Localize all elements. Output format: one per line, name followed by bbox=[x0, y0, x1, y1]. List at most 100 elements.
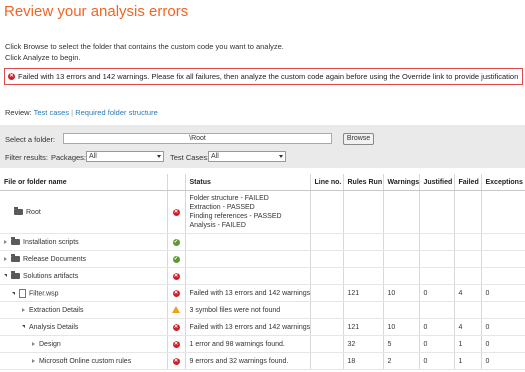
row-justified-cell: 0 bbox=[419, 284, 455, 302]
page-title: Review your analysis errors bbox=[4, 3, 189, 20]
status-line: Failed with 13 errors and 142 warnings. bbox=[189, 289, 310, 297]
row-name-cell: Extraction Details bbox=[0, 301, 168, 319]
row-status-icon-cell: ✓ bbox=[167, 250, 186, 268]
row-name: Design bbox=[39, 340, 61, 348]
packages-value: All bbox=[89, 153, 97, 160]
error-icon: ✕ bbox=[8, 72, 15, 80]
row-justified-cell bbox=[419, 190, 455, 234]
table-row[interactable]: Installation scripts ✓ bbox=[0, 233, 525, 251]
expand-arrow-icon[interactable] bbox=[4, 239, 7, 244]
row-warnings-cell bbox=[383, 301, 420, 319]
instruction-line-2: Click Analyze to begin. bbox=[5, 53, 81, 62]
row-status-icon-cell bbox=[167, 301, 186, 319]
row-warnings-cell: 5 bbox=[383, 335, 420, 353]
row-line-cell bbox=[310, 301, 344, 319]
row-status-icon-cell: ✓ bbox=[167, 233, 186, 251]
row-status-cell bbox=[185, 233, 311, 251]
table-row[interactable]: Release Documents ✓ bbox=[0, 250, 525, 268]
folder-input[interactable]: \Root bbox=[63, 133, 332, 144]
row-status-icon-cell: ✕ bbox=[167, 267, 186, 285]
instructions: Click Browse to select the folder that c… bbox=[5, 41, 284, 63]
table-row[interactable]: Microsoft Online custom rules ✕ 9 errors a… bbox=[0, 352, 525, 370]
review-separator: | bbox=[71, 108, 74, 117]
results-table: File or folder name Status Line no. Rules R… bbox=[0, 174, 525, 370]
packages-label: Packages: bbox=[51, 153, 87, 162]
row-warnings-cell bbox=[383, 190, 420, 234]
collapse-arrow-icon[interactable] bbox=[12, 291, 15, 295]
status-line: Finding references - PASSED bbox=[189, 213, 282, 220]
expand-arrow-icon[interactable] bbox=[22, 307, 25, 312]
check-icon: ✓ bbox=[172, 255, 180, 264]
browse-button[interactable]: Browse bbox=[343, 133, 374, 145]
error-icon: ✕ bbox=[172, 208, 180, 217]
error-message: Failed with 13 errors and 142 warnings. … bbox=[18, 72, 519, 81]
col-warnings-header: Warnings bbox=[383, 174, 420, 191]
row-warnings-cell: 10 bbox=[383, 284, 420, 302]
table-row[interactable]: Root ✕ Folder structure - FAILED Extraction… bbox=[0, 190, 525, 234]
row-line-cell bbox=[310, 284, 344, 302]
chevron-down-icon bbox=[279, 155, 283, 158]
row-name-cell: Root bbox=[0, 190, 168, 234]
row-failed-cell: 1 bbox=[454, 352, 482, 370]
row-name-cell: Release Documents bbox=[0, 250, 168, 268]
row-rules-cell bbox=[343, 301, 384, 319]
test-cases-link[interactable]: Test cases bbox=[34, 108, 69, 117]
folder-icon bbox=[11, 253, 20, 262]
row-line-cell bbox=[310, 250, 344, 268]
table-row[interactable]: Solutions artifacts ✕ bbox=[0, 267, 525, 285]
row-status-cell: Folder structure - FAILED Extraction - PA… bbox=[185, 190, 311, 234]
expand-arrow-icon[interactable] bbox=[4, 256, 7, 261]
folder-icon bbox=[11, 236, 20, 245]
expand-arrow-icon[interactable] bbox=[32, 358, 35, 363]
row-name: Filter.wsp bbox=[29, 289, 59, 297]
row-status-cell: 9 errors and 32 warnings found. bbox=[185, 352, 311, 370]
row-status-icon-cell: ✕ bbox=[167, 318, 186, 336]
folder-icon bbox=[14, 206, 23, 215]
col-line-no-header: Line no. bbox=[310, 174, 344, 191]
row-exceptions-cell bbox=[481, 267, 525, 285]
status-line: Extraction - PASSED bbox=[189, 204, 255, 211]
row-status-icon-cell: ✕ bbox=[167, 284, 186, 302]
table-row[interactable]: Design ✕ 1 error and 98 warnings found. 32 5… bbox=[0, 335, 525, 353]
test-cases-label: Test Cases: bbox=[170, 153, 210, 162]
packages-select[interactable]: All bbox=[86, 151, 164, 162]
table-row[interactable]: Filter.wsp ✕ Failed with 13 errors and 142… bbox=[0, 284, 525, 302]
row-justified-cell bbox=[419, 301, 455, 319]
error-icon: ✕ bbox=[172, 323, 180, 332]
row-name: Analysis Details bbox=[29, 323, 79, 331]
row-failed-cell: 1 bbox=[454, 335, 482, 353]
row-line-cell bbox=[310, 352, 344, 370]
row-justified-cell: 0 bbox=[419, 352, 455, 370]
row-status-icon-cell: ✕ bbox=[167, 352, 186, 370]
row-justified-cell bbox=[419, 267, 455, 285]
error-icon: ✕ bbox=[172, 357, 180, 366]
row-rules-cell bbox=[343, 267, 384, 285]
row-rules-cell bbox=[343, 233, 384, 251]
test-cases-select[interactable]: All bbox=[208, 151, 286, 162]
filter-panel: Select a folder: \Root Browse Filter res… bbox=[0, 125, 525, 168]
row-name: Root bbox=[26, 208, 41, 216]
row-name-cell: Installation scripts bbox=[0, 233, 168, 251]
required-folder-structure-link[interactable]: Required folder structure bbox=[75, 108, 158, 117]
warning-icon bbox=[172, 305, 180, 313]
row-status-cell: Failed with 13 errors and 142 warnings. bbox=[185, 318, 311, 336]
folder-icon bbox=[11, 270, 20, 279]
collapse-arrow-icon[interactable] bbox=[4, 274, 7, 278]
row-rules-cell: 121 bbox=[343, 318, 384, 336]
error-banner: ✕ Failed with 13 errors and 142 warnings… bbox=[4, 68, 523, 85]
row-rules-cell: 18 bbox=[343, 352, 384, 370]
expand-arrow-icon[interactable] bbox=[32, 341, 35, 346]
collapse-arrow-icon[interactable] bbox=[22, 325, 25, 329]
row-exceptions-cell bbox=[481, 250, 525, 268]
col-justified-header: Justified bbox=[419, 174, 455, 191]
row-failed-cell bbox=[454, 301, 482, 319]
row-line-cell bbox=[310, 233, 344, 251]
table-row[interactable]: Analysis Details ✕ Failed with 13 errors a… bbox=[0, 318, 525, 336]
table-row[interactable]: Extraction Details 3 symbol files were no… bbox=[0, 301, 525, 319]
folder-label: Select a folder: bbox=[5, 135, 56, 144]
file-icon bbox=[19, 288, 26, 298]
col-status-icon-header bbox=[167, 174, 186, 191]
row-exceptions-cell: 0 bbox=[481, 284, 525, 302]
row-exceptions-cell: 0 bbox=[481, 335, 525, 353]
row-failed-cell bbox=[454, 233, 482, 251]
